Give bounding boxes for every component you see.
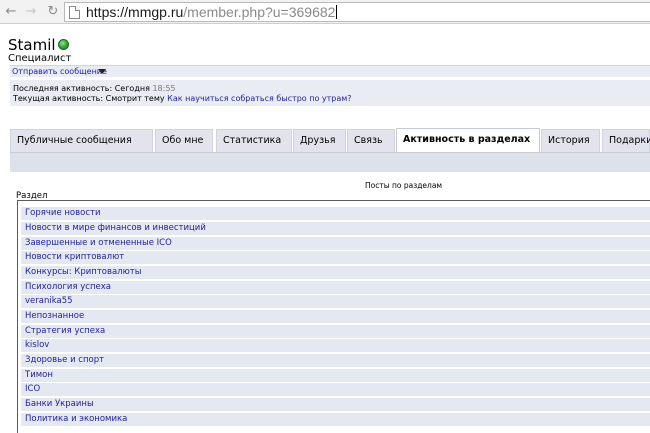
- section-row: Новости криптовалют: [21, 251, 650, 264]
- section-link[interactable]: kislov: [25, 340, 49, 350]
- section-row: veranika55: [21, 295, 650, 308]
- tab-statistics[interactable]: Статистика: [216, 129, 292, 152]
- section-link[interactable]: Завершенные и отмененные ICO: [25, 238, 172, 248]
- current-activity: Текущая активность: Смотрит тему Как нау…: [13, 94, 352, 103]
- tab-section-activity[interactable]: Активность в разделах: [396, 128, 540, 152]
- tab-contact[interactable]: Связь: [347, 129, 395, 152]
- section-link[interactable]: Банки Украины: [25, 399, 94, 409]
- tab-content-header: [10, 152, 650, 172]
- section-row: Банки Украины: [21, 398, 650, 411]
- section-link[interactable]: Стратегия успеха: [25, 326, 105, 336]
- tab-about-me[interactable]: Обо мне: [155, 129, 213, 152]
- tab-history[interactable]: История: [541, 129, 600, 152]
- forward-arrow-icon[interactable]: →: [22, 3, 40, 21]
- posts-by-section-heading: Посты по разделам: [365, 181, 443, 190]
- last-activity-time: 18:55: [152, 84, 176, 93]
- section-row: Политика и экономика: [21, 413, 650, 426]
- url-host: mmgp.ru: [128, 4, 184, 20]
- address-bar[interactable]: https://mmgp.ru/member.php?u=369682: [64, 2, 650, 22]
- page-icon: [69, 6, 80, 19]
- profile-user-title: Специалист: [8, 53, 72, 64]
- url-protocol: https://: [86, 4, 129, 20]
- sections-table: Горячие новости Новости в мире финансов …: [17, 200, 650, 433]
- profile-username: Stamil: [8, 36, 56, 54]
- section-row: Тимон: [21, 369, 650, 382]
- back-arrow-icon[interactable]: ←: [2, 3, 20, 21]
- section-link[interactable]: Психология успеха: [25, 282, 111, 292]
- profile-tabs: Публичные сообщения Обо мне Статистика Д…: [10, 128, 650, 152]
- reload-icon[interactable]: ↻: [44, 3, 62, 21]
- section-row: Горячие новости: [21, 207, 650, 220]
- current-activity-label: Текущая активность: Смотрит тему: [13, 94, 165, 103]
- section-row: Психология успеха: [21, 281, 650, 294]
- section-link[interactable]: Новости в мире финансов и инвестиций: [25, 223, 206, 233]
- section-row: kislov: [21, 339, 650, 352]
- section-link[interactable]: veranika55: [25, 296, 73, 306]
- current-activity-thread-link[interactable]: Как научиться собраться быстро по утрам?: [167, 94, 351, 103]
- tab-friends[interactable]: Друзья: [293, 129, 346, 152]
- last-activity: Последняя активность: Сегодня 18:55: [13, 84, 176, 93]
- online-status-icon: [58, 39, 69, 50]
- send-message-menu[interactable]: Отправить сообщение: [10, 65, 650, 77]
- send-message-link[interactable]: Отправить сообщение: [12, 67, 107, 76]
- browser-toolbar: ← → ↻ https://mmgp.ru/member.php?u=36968…: [0, 0, 650, 24]
- section-link[interactable]: Горячие новости: [25, 208, 101, 218]
- section-row: Новости в мире финансов и инвестиций: [21, 222, 650, 235]
- activity-info: Последняя активность: Сегодня 18:55 Теку…: [10, 80, 650, 106]
- section-link[interactable]: Новости криптовалют: [25, 252, 124, 262]
- section-link[interactable]: Тимон: [25, 370, 53, 380]
- section-row: Непознанное: [21, 310, 650, 323]
- url-text[interactable]: https://mmgp.ru/member.php?u=369682: [86, 4, 338, 21]
- text-cursor: [336, 5, 338, 19]
- tab-gifts[interactable]: Подарки: [602, 129, 650, 152]
- section-row: ICO: [21, 383, 650, 396]
- section-link[interactable]: Политика и экономика: [25, 414, 127, 424]
- section-row: Завершенные и отмененные ICO: [21, 237, 650, 250]
- section-link[interactable]: Непознанное: [25, 311, 84, 321]
- tab-public-messages[interactable]: Публичные сообщения: [10, 129, 153, 152]
- section-link[interactable]: ICO: [25, 384, 40, 394]
- section-row: Конкурсы: Криптовалюты: [21, 266, 650, 279]
- dropdown-arrow-icon[interactable]: [98, 69, 106, 74]
- section-link[interactable]: Здоровье и спорт: [25, 355, 104, 365]
- last-activity-label: Последняя активность: Сегодня: [13, 84, 150, 93]
- section-link[interactable]: Конкурсы: Криптовалюты: [25, 267, 141, 277]
- section-row: Здоровье и спорт: [21, 354, 650, 367]
- section-row: Стратегия успеха: [21, 325, 650, 338]
- url-path: /member.php?u=369682: [183, 4, 336, 20]
